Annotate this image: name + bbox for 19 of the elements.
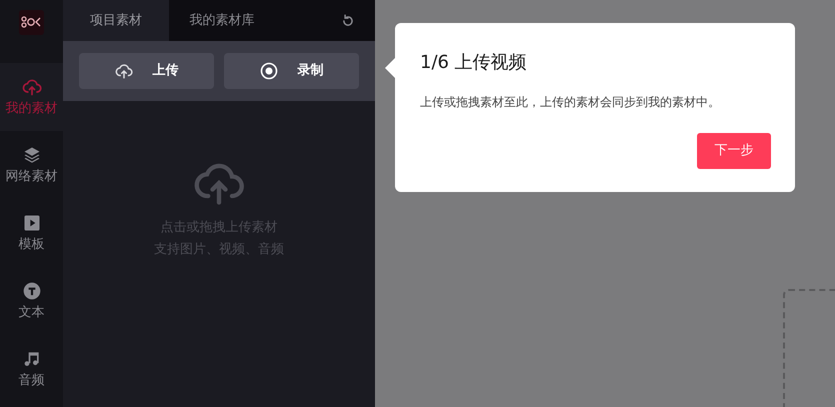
popover-title: 1/6 上传视频 xyxy=(420,51,528,75)
refresh-icon[interactable] xyxy=(341,14,355,28)
logo-icon xyxy=(19,10,44,35)
upload-cloud-icon xyxy=(22,77,42,97)
layers-icon xyxy=(22,145,42,165)
record-icon xyxy=(260,62,278,80)
tab[interactable]: 我的素材库 xyxy=(169,0,275,41)
upload-button[interactable]: 上传 xyxy=(79,53,214,89)
sidebar-item[interactable]: 音频 xyxy=(0,335,63,403)
popover-body: 上传或拖拽素材至此，上传的素材会同步到我的素材中。 xyxy=(420,94,721,111)
sidebar-item[interactable]: 文本 xyxy=(0,267,63,335)
record-button[interactable]: 录制 xyxy=(224,53,359,89)
sidebar-item[interactable]: 网络素材 xyxy=(0,131,63,199)
tab[interactable]: 项目素材 xyxy=(63,0,169,41)
next-button[interactable]: 下一步 xyxy=(697,133,771,169)
sidebar-item[interactable]: 模板 xyxy=(0,199,63,267)
video-icon xyxy=(22,213,42,233)
text-icon xyxy=(22,281,42,301)
upload-icon xyxy=(114,62,132,80)
